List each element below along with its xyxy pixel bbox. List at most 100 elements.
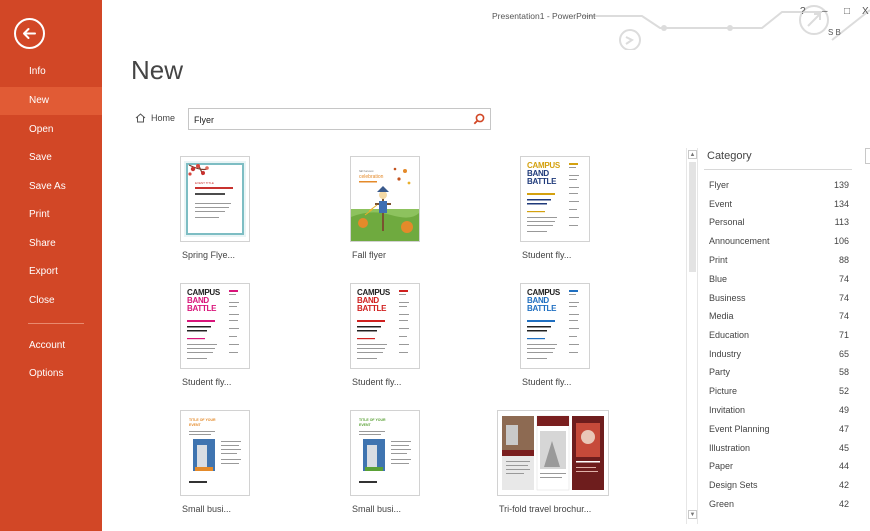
- nav-save[interactable]: Save: [0, 144, 102, 172]
- category-item[interactable]: Blue 74: [709, 274, 849, 292]
- template-fall-flyer[interactable]: fall harvest celebration Fall flyer: [350, 156, 450, 266]
- category-count: 45: [838, 443, 849, 453]
- window-title: Presentation1 - PowerPoint: [492, 11, 596, 21]
- nav-account[interactable]: Account: [0, 332, 102, 360]
- title-bar: Presentation1 - PowerPoint ? – □ X S B: [102, 0, 870, 50]
- template-thumbnail: CAMPUS BAND BATTLE: [520, 156, 590, 242]
- nav-new[interactable]: New: [0, 87, 102, 115]
- category-item[interactable]: Paper 44: [709, 461, 849, 479]
- category-count: 71: [838, 330, 849, 340]
- category-name: Announcement: [709, 236, 770, 246]
- category-header: Category: [707, 150, 752, 162]
- template-small-business-orange[interactable]: TITLE OF YOUR EVENT Small busi...: [180, 410, 280, 520]
- category-item[interactable]: Business 74: [709, 293, 849, 311]
- nav-open[interactable]: Open: [0, 116, 102, 144]
- category-name: Blue: [709, 274, 728, 284]
- category-item[interactable]: Event 134: [709, 199, 849, 217]
- category-scrollbar[interactable]: ▲ ▼: [686, 148, 698, 524]
- close-button[interactable]: X: [862, 6, 869, 17]
- template-small-business-green[interactable]: TITLE OF YOUR EVENT Small busi...: [350, 410, 450, 520]
- category-name: Event: [709, 199, 733, 209]
- scroll-thumb[interactable]: [689, 162, 696, 272]
- category-name: Invitation: [709, 405, 746, 415]
- category-item[interactable]: Design Sets 42: [709, 480, 849, 498]
- category-name: Education: [709, 330, 750, 340]
- category-count: 113: [834, 217, 849, 227]
- category-item[interactable]: Green 42: [709, 499, 849, 517]
- minimize-button[interactable]: –: [822, 6, 828, 17]
- template-student-flyer-pink[interactable]: CAMPUS BAND BATTLE Student fly...: [180, 283, 280, 393]
- nav-options[interactable]: Options: [0, 360, 102, 388]
- thumb-big-text: celebration: [359, 174, 384, 180]
- template-thumbnail: TITLE OF YOUR EVENT: [180, 410, 250, 496]
- category-count: 139: [833, 180, 849, 190]
- template-thumbnail: [497, 410, 609, 496]
- category-item[interactable]: Announcement 106: [709, 236, 849, 254]
- category-count: 52: [838, 386, 849, 396]
- template-thumbnail: fall harvest celebration: [350, 156, 420, 242]
- scroll-up-icon[interactable]: ▲: [688, 150, 697, 159]
- template-label: Fall flyer: [352, 250, 387, 260]
- category-name: Personal: [709, 217, 745, 227]
- home-label: Home: [151, 113, 176, 123]
- template-student-flyer-blue[interactable]: CAMPUS BAND BATTLE Student fly...: [520, 283, 620, 393]
- category-item[interactable]: Event Planning 47: [709, 424, 849, 442]
- category-name: Flyer: [709, 180, 729, 190]
- nav-save-as[interactable]: Save As: [0, 173, 102, 201]
- category-item[interactable]: Picture 52: [709, 386, 849, 404]
- template-student-flyer-gold[interactable]: CAMPUS BAND BATTLE Student fly...: [520, 156, 620, 266]
- category-name: Media: [709, 311, 734, 321]
- category-item[interactable]: Media 74: [709, 311, 849, 329]
- category-name: Green: [709, 499, 735, 509]
- category-item[interactable]: Flyer 139: [709, 180, 849, 198]
- category-name: Print: [709, 255, 728, 265]
- category-name: Paper: [709, 461, 734, 471]
- back-arrow-icon: [23, 28, 36, 39]
- home-link[interactable]: Home: [135, 113, 175, 123]
- category-name: Illustration: [709, 443, 751, 453]
- category-count: 74: [838, 293, 849, 303]
- category-count: 134: [833, 199, 849, 209]
- template-label: Small busi...: [352, 504, 402, 514]
- category-item[interactable]: Party 58: [709, 367, 849, 385]
- home-icon: [135, 113, 146, 123]
- category-name: Picture: [709, 386, 738, 396]
- help-button[interactable]: ?: [800, 6, 806, 17]
- category-item[interactable]: Personal 113: [709, 217, 849, 235]
- category-item[interactable]: Education 71: [709, 330, 849, 348]
- category-item[interactable]: Industry 65: [709, 349, 849, 367]
- template-student-flyer-red[interactable]: CAMPUS BAND BATTLE Student fly...: [350, 283, 450, 393]
- search-input[interactable]: [194, 112, 464, 127]
- category-count: 58: [838, 367, 849, 377]
- panel-edge: [865, 148, 870, 164]
- category-item[interactable]: Illustration 45: [709, 443, 849, 461]
- nav-share[interactable]: Share: [0, 230, 102, 258]
- template-trifold-travel-brochure[interactable]: Tri-fold travel brochur...: [497, 410, 627, 520]
- nav-separator: [28, 323, 84, 324]
- nav-close[interactable]: Close: [0, 287, 102, 315]
- page-title: New: [131, 55, 184, 85]
- template-label: Student fly...: [522, 250, 572, 260]
- category-item[interactable]: Invitation 49: [709, 405, 849, 423]
- nav-print[interactable]: Print: [0, 201, 102, 229]
- category-name: Event Planning: [709, 424, 770, 434]
- template-thumbnail: CAMPUS BAND BATTLE: [520, 283, 590, 369]
- back-button[interactable]: [14, 18, 45, 49]
- template-label: Student fly...: [182, 377, 232, 387]
- nav-info[interactable]: Info: [0, 58, 102, 86]
- powerpoint-backstage: Info New Open Save Save As Print Share E…: [0, 0, 870, 531]
- template-thumbnail: EVENT TITLE: [180, 156, 250, 242]
- nav-export[interactable]: Export: [0, 258, 102, 286]
- thumb-title-text: EVENT TITLE: [195, 181, 214, 185]
- template-spring-flyer[interactable]: EVENT TITLE Spring Flye...: [180, 156, 280, 266]
- category-item[interactable]: Print 88: [709, 255, 849, 273]
- scroll-down-icon[interactable]: ▼: [688, 510, 697, 519]
- search-icon[interactable]: [473, 113, 485, 125]
- category-count: 88: [838, 255, 849, 265]
- category-count: 42: [838, 480, 849, 490]
- category-count: 74: [838, 311, 849, 321]
- template-label: Student fly...: [352, 377, 402, 387]
- user-initials[interactable]: S B: [828, 28, 841, 37]
- restore-button[interactable]: □: [844, 6, 850, 17]
- template-search-box[interactable]: [188, 108, 491, 130]
